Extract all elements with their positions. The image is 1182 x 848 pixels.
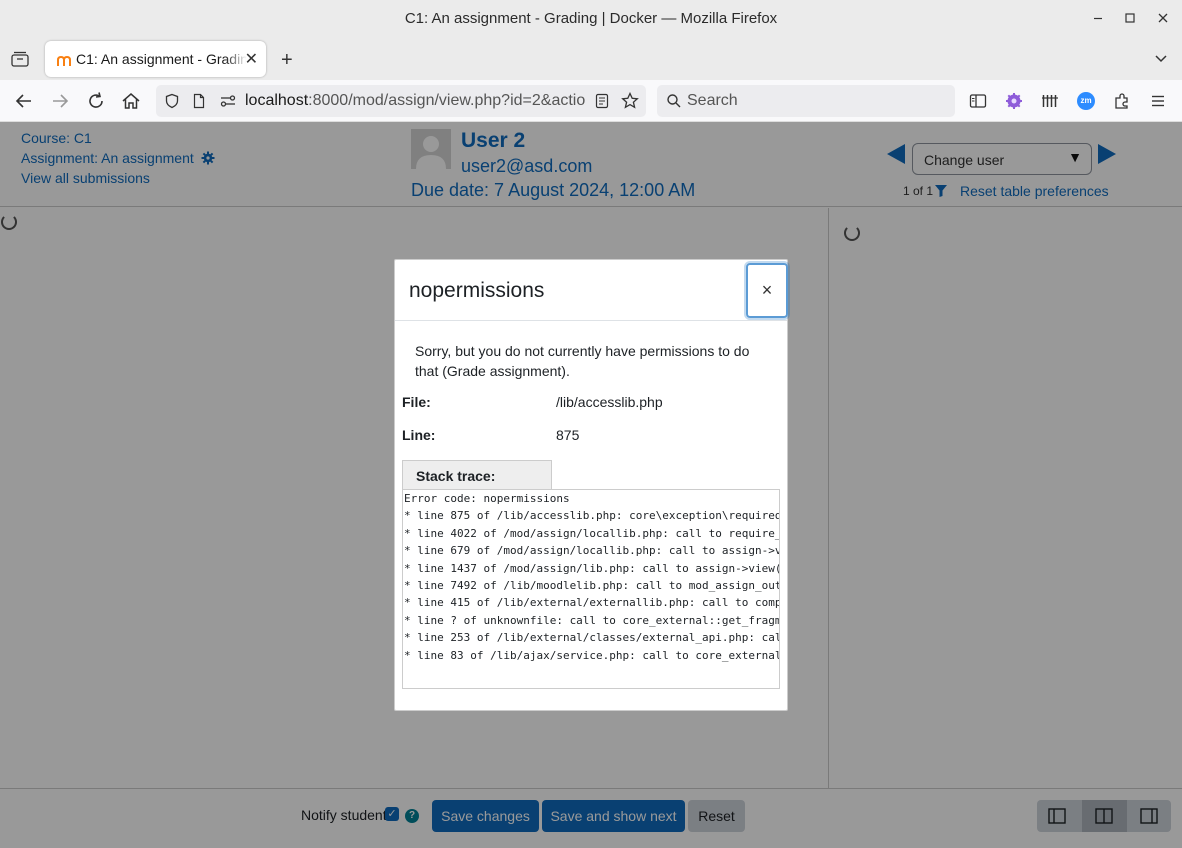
url-text[interactable]: localhost:8000/mod/assign/view.php?id=2&… <box>245 92 585 110</box>
line-value: 875 <box>556 427 580 443</box>
close-icon[interactable] <box>1152 8 1174 30</box>
error-message: Sorry, but you do not currently have per… <box>415 343 750 379</box>
search-bar[interactable]: Search <box>657 85 955 117</box>
bookmark-star-icon[interactable] <box>621 92 639 110</box>
library-icon[interactable] <box>1041 93 1059 109</box>
extensions-puzzle-icon[interactable] <box>1113 92 1131 110</box>
search-placeholder: Search <box>687 92 738 109</box>
url-bar[interactable]: localhost:8000/mod/assign/view.php?id=2&… <box>156 85 646 117</box>
stack-trace-box[interactable]: Error code: nopermissions * line 875 of /… <box>402 489 780 689</box>
modal-close-button[interactable]: × <box>746 263 788 318</box>
error-modal: nopermissions × Sorry, but you do not cu… <box>394 259 788 711</box>
reload-icon[interactable] <box>84 89 108 113</box>
moodle-favicon-icon <box>57 55 71 66</box>
modal-header: nopermissions × <box>395 260 788 321</box>
menu-icon[interactable] <box>1150 93 1166 109</box>
line-label: Line: <box>402 427 436 443</box>
reader-view-icon[interactable] <box>594 93 610 109</box>
tab-overview-icon[interactable] <box>10 50 30 73</box>
maximize-icon[interactable] <box>1119 8 1141 30</box>
url-path: :8000/mod/assign/view.php?id=2&action=gr… <box>308 92 585 109</box>
url-host: localhost <box>245 92 309 109</box>
search-icon <box>667 94 681 108</box>
forward-icon[interactable] <box>48 89 72 113</box>
tab-close-icon[interactable]: ✕ <box>245 49 258 69</box>
window-titlebar: C1: An assignment - Grading | Docker — M… <box>0 0 1182 38</box>
minimize-icon[interactable] <box>1087 8 1109 30</box>
home-icon[interactable] <box>119 89 143 113</box>
file-label: File: <box>402 394 431 410</box>
tab-grading[interactable]: C1: An assignment - Grading | Docker ✕ <box>45 41 266 77</box>
stack-trace-line: * line 83 of /lib/ajax/service.php: call… <box>404 648 780 662</box>
stack-trace-line: * line 415 of /lib/external/externallib.… <box>404 596 779 610</box>
stack-trace-tab[interactable]: Stack trace: <box>402 460 552 490</box>
stack-trace-label: Stack trace: <box>416 468 496 484</box>
tab-title: C1: An assignment - Grading | Docker <box>76 51 246 67</box>
tab-bar: C1: An assignment - Grading | Docker ✕ + <box>0 38 1182 80</box>
extension-gear-icon[interactable] <box>1005 92 1023 110</box>
new-tab-icon[interactable]: + <box>281 49 293 72</box>
sidebar-icon[interactable] <box>969 93 987 109</box>
modal-body: Sorry, but you do not currently have per… <box>395 322 787 710</box>
stack-trace-line: Error code: nopermissions <box>404 492 570 505</box>
stack-trace-line: * line 4022 of /mod/assign/locallib.php:… <box>404 526 779 540</box>
stack-trace-line: * line 875 of /lib/accesslib.php: core\e… <box>404 509 779 523</box>
list-tabs-icon[interactable] <box>1153 50 1169 71</box>
shield-icon[interactable] <box>164 93 180 109</box>
modal-title: nopermissions <box>409 279 545 302</box>
stack-trace-line: * line ? of unknownfile: call to core_ex… <box>404 613 780 627</box>
file-value: /lib/accesslib.php <box>556 394 663 410</box>
stack-trace-line: * line 253 of /lib/external/classes/exte… <box>404 631 779 645</box>
back-icon[interactable] <box>12 89 36 113</box>
window-title: C1: An assignment - Grading | Docker — M… <box>404 10 778 27</box>
page-icon[interactable] <box>191 93 207 109</box>
stack-trace-line: * line 1437 of /mod/assign/lib.php: call… <box>404 561 780 575</box>
permissions-icon[interactable] <box>219 93 237 109</box>
stack-trace-line: * line 7492 of /lib/moodlelib.php: call … <box>404 579 779 593</box>
zoom-extension-icon[interactable]: zm <box>1077 92 1095 110</box>
stack-trace-line: * line 679 of /mod/assign/locallib.php: … <box>404 544 779 558</box>
navigation-bar: localhost:8000/mod/assign/view.php?id=2&… <box>0 80 1182 122</box>
